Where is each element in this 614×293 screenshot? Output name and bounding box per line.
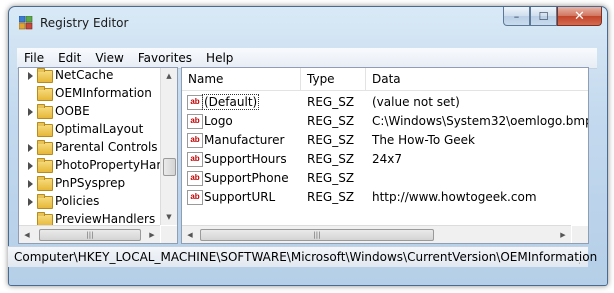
tree-horizontal-scrollbar[interactable]: ◀ ||| ▶: [19, 225, 160, 243]
string-value-icon: ab: [187, 114, 203, 129]
scroll-thumb[interactable]: |||: [39, 229, 141, 241]
value-data: http://www.howtogeek.com: [372, 190, 537, 204]
menu-favorites[interactable]: Favorites: [131, 51, 199, 65]
value-row-supportphone[interactable]: ab SupportPhone REG_SZ: [182, 169, 588, 188]
tree-item-oobe[interactable]: OOBE: [19, 103, 159, 121]
menu-edit[interactable]: Edit: [51, 51, 88, 65]
tree-item-label: OptimalLayout: [55, 122, 144, 136]
tree-item-label: Parental Controls: [55, 140, 158, 154]
key-tree-pane[interactable]: NetCache OEMInformation OOBE OptimalLayo…: [18, 67, 178, 244]
value-data: C:\Windows\System32\oemlogo.bmp: [372, 114, 589, 128]
scrollbar-corner: [572, 226, 588, 243]
value-name: Manufacturer: [204, 133, 285, 147]
minimize-button[interactable]: –: [503, 7, 530, 26]
value-row-supporthours[interactable]: ab SupportHours REG_SZ 24x7: [182, 150, 588, 169]
expand-arrow-icon[interactable]: [28, 108, 33, 116]
value-row-supporturl[interactable]: ab SupportURL REG_SZ http://www.howtogee…: [182, 188, 588, 207]
value-type: REG_SZ: [307, 114, 355, 128]
folder-icon: [37, 104, 53, 119]
resize-grip-icon[interactable]: ⋰: [578, 256, 586, 265]
tree-item-label: Policies: [55, 194, 100, 208]
maximize-button[interactable]: ☐: [530, 7, 557, 26]
scroll-down-arrow-icon[interactable]: ▼: [161, 209, 177, 225]
menu-file[interactable]: File: [17, 51, 51, 65]
tree-vertical-scrollbar[interactable]: ▲ ▼: [160, 68, 177, 225]
folder-icon: [37, 68, 53, 83]
expand-arrow-icon[interactable]: [28, 144, 33, 152]
tree-item-oeminformation[interactable]: OEMInformation: [19, 85, 159, 103]
close-button[interactable]: ✕: [557, 7, 602, 26]
caption-buttons: – ☐ ✕: [503, 7, 602, 27]
value-name: SupportPhone: [204, 171, 289, 185]
value-row-logo[interactable]: ab Logo REG_SZ C:\Windows\System32\oemlo…: [182, 112, 588, 131]
tree-item-label: OEMInformation: [55, 86, 152, 100]
expand-arrow-icon[interactable]: [28, 72, 33, 80]
tree-item-parental-controls[interactable]: Parental Controls: [19, 139, 159, 157]
scroll-thumb[interactable]: [163, 158, 176, 176]
tree-item-label: OOBE: [55, 104, 90, 118]
registry-editor-icon: [19, 16, 33, 30]
string-value-icon: ab: [187, 95, 203, 110]
column-header: Name Type Data: [182, 68, 588, 91]
tree-item-policies[interactable]: Policies: [19, 193, 159, 211]
tree-item-label: PhotoPropertyHar: [55, 158, 162, 172]
value-type: REG_SZ: [307, 133, 355, 147]
string-value-icon: ab: [187, 171, 203, 186]
value-data: (value not set): [372, 95, 460, 109]
tree-item-label: PnPSysprep: [55, 176, 126, 190]
value-type: REG_SZ: [307, 152, 355, 166]
column-type-header[interactable]: Type: [301, 68, 366, 90]
scroll-up-arrow-icon[interactable]: ▲: [161, 68, 177, 84]
value-type: REG_SZ: [307, 171, 355, 185]
tree-item-label: PreviewHandlers: [55, 212, 156, 226]
value-data: The How-To Geek: [372, 133, 476, 147]
folder-icon: [37, 122, 53, 137]
column-name-header[interactable]: Name: [182, 68, 301, 90]
key-tree: NetCache OEMInformation OOBE OptimalLayo…: [19, 68, 162, 229]
value-name: (Default): [201, 94, 260, 110]
menu-help[interactable]: Help: [199, 51, 240, 65]
string-value-icon: ab: [187, 190, 203, 205]
folder-icon: [37, 194, 53, 209]
menu-bar: File Edit View Favorites Help: [17, 48, 597, 69]
value-name: SupportURL: [204, 190, 276, 204]
tree-item-netcache[interactable]: NetCache: [19, 68, 159, 85]
string-value-icon: ab: [187, 152, 203, 167]
scroll-thumb[interactable]: |||: [200, 229, 434, 241]
folder-icon: [37, 158, 53, 173]
value-name: SupportHours: [204, 152, 287, 166]
tree-item-photopropertyhandler[interactable]: PhotoPropertyHar: [19, 157, 162, 175]
value-row-manufacturer[interactable]: ab Manufacturer REG_SZ The How-To Geek: [182, 131, 588, 150]
scroll-right-arrow-icon[interactable]: ▶: [555, 226, 571, 243]
status-path: Computer\HKEY_LOCAL_MACHINE\SOFTWARE\Mic…: [14, 250, 598, 264]
column-data-header[interactable]: Data: [366, 68, 588, 90]
value-type: REG_SZ: [307, 95, 355, 109]
value-name: Logo: [204, 114, 233, 128]
expand-arrow-icon[interactable]: [28, 198, 33, 206]
scrollbar-corner: [161, 226, 177, 243]
folder-icon: [37, 86, 53, 101]
tree-item-label: NetCache: [55, 68, 114, 82]
folder-icon: [37, 176, 53, 191]
value-type: REG_SZ: [307, 190, 355, 204]
tree-item-optimallayout[interactable]: OptimalLayout: [19, 121, 159, 139]
expand-arrow-icon[interactable]: [28, 162, 33, 170]
scroll-left-arrow-icon[interactable]: ◀: [182, 226, 198, 243]
status-bar: Computer\HKEY_LOCAL_MACHINE\SOFTWARE\Mic…: [8, 246, 597, 267]
value-data: 24x7: [372, 152, 403, 166]
window-title: Registry Editor: [40, 16, 129, 30]
tree-item-pnpsysprep[interactable]: PnPSysprep: [19, 175, 159, 193]
values-pane[interactable]: Name Type Data ab (Default) REG_SZ (valu…: [181, 67, 589, 244]
string-value-icon: ab: [187, 133, 203, 148]
scroll-right-arrow-icon[interactable]: ▶: [144, 226, 160, 243]
values-horizontal-scrollbar[interactable]: ◀ ||| ▶: [182, 225, 571, 243]
scroll-left-arrow-icon[interactable]: ◀: [19, 226, 35, 243]
menu-view[interactable]: View: [88, 51, 130, 65]
folder-icon: [37, 140, 53, 155]
value-row-default[interactable]: ab (Default) REG_SZ (value not set): [182, 93, 588, 112]
expand-arrow-icon[interactable]: [28, 180, 33, 188]
title-bar[interactable]: Registry Editor – ☐ ✕: [9, 7, 607, 39]
